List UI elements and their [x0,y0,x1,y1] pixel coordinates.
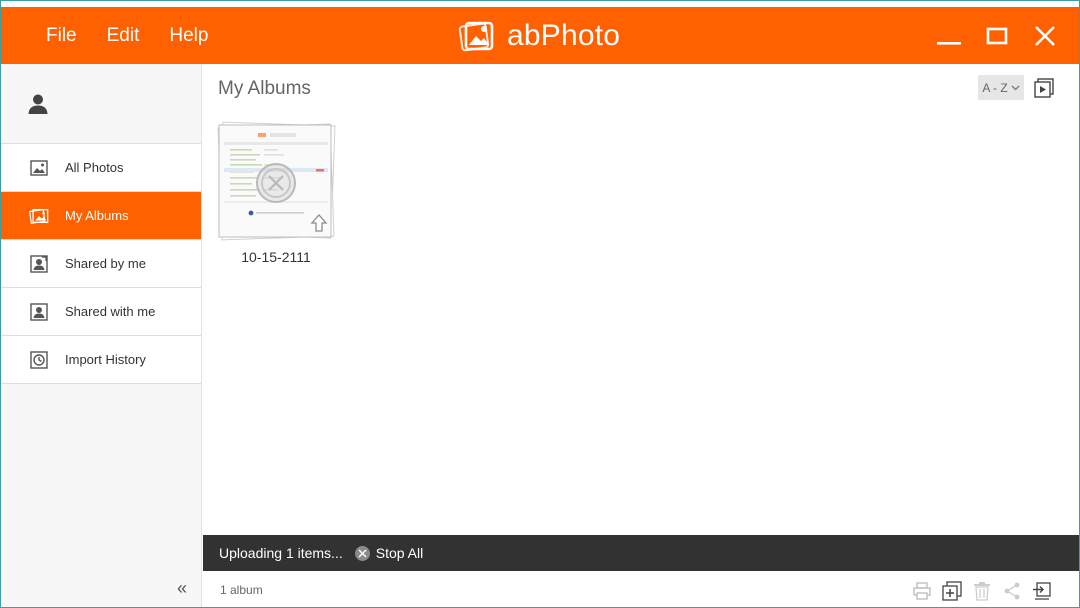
sidebar-item-label: Shared by me [65,256,146,271]
sidebar-item-label: Shared with me [65,304,156,319]
page-title: My Albums [218,78,311,99]
sidebar: All Photos My Albums Shared by me Shared… [1,64,202,607]
sidebar-item-all-photos[interactable]: All Photos [1,144,201,192]
app-title: abPhoto [507,18,621,52]
close-icon [1035,25,1055,46]
main-panel: My Albums A - Z 10-15-2111 Uploading 1 i… [203,64,1079,607]
shared-with-me-icon [29,302,49,322]
export-icon [1033,582,1051,600]
window-controls [925,7,1069,64]
menu-bar: File Edit Help [31,7,223,64]
delete-icon [974,582,990,601]
sidebar-item-import-history[interactable]: Import History [1,336,201,384]
menu-help[interactable]: Help [154,7,223,64]
stop-all-button[interactable]: Stop All [354,545,424,561]
stop-icon [354,545,370,561]
album-card[interactable]: 10-15-2111 [216,121,336,265]
maximize-button[interactable] [973,7,1021,64]
sidebar-item-label: Import History [65,352,146,367]
shared-by-me-icon [29,254,49,274]
add-to-album-icon [942,581,962,601]
album-count: 1 album [220,583,263,597]
print-icon [913,582,931,600]
share-icon [1004,582,1020,600]
maximize-icon [986,27,1008,44]
chevron-down-icon [1011,85,1020,90]
sidebar-item-my-albums[interactable]: My Albums [1,192,201,240]
add-to-album-button[interactable] [937,580,967,602]
app-logo-icon [458,21,494,51]
status-toolbar [907,580,1057,602]
album-icon [29,206,49,226]
user-area[interactable] [1,64,201,144]
album-stack-image [217,121,336,241]
menu-file[interactable]: File [31,7,92,64]
app-window: File Edit Help abPhoto All Photos My Alb… [0,0,1080,608]
sidebar-item-shared-with-me[interactable]: Shared with me [1,288,201,336]
sidebar-item-shared-by-me[interactable]: Shared by me [1,240,201,288]
share-button[interactable] [997,580,1027,602]
minimize-button[interactable] [925,7,973,64]
print-button[interactable] [907,580,937,602]
upload-progress-bar: Uploading 1 items... Stop All [203,535,1079,571]
upload-status-text: Uploading 1 items... [219,545,343,561]
export-button[interactable] [1027,580,1057,602]
app-brand: abPhoto [457,7,620,64]
close-button[interactable] [1021,7,1069,64]
user-icon [28,94,48,114]
history-icon [29,350,49,370]
photo-icon [29,158,49,178]
status-bar: 1 album [203,571,1079,607]
collapse-sidebar-button[interactable]: « [177,578,187,599]
stop-all-label: Stop All [375,545,424,561]
title-bar: File Edit Help abPhoto [1,7,1079,64]
slideshow-button[interactable] [1033,77,1055,99]
minimize-icon [937,41,961,45]
sort-label: A - Z [982,80,1008,95]
slideshow-icon [1034,78,1054,98]
sidebar-item-label: All Photos [65,160,124,175]
sort-dropdown[interactable]: A - Z [978,75,1024,100]
album-name: 10-15-2111 [241,249,311,265]
sidebar-item-label: My Albums [65,208,129,223]
delete-button[interactable] [967,580,997,602]
album-thumbnail [216,121,336,241]
menu-edit[interactable]: Edit [92,7,155,64]
